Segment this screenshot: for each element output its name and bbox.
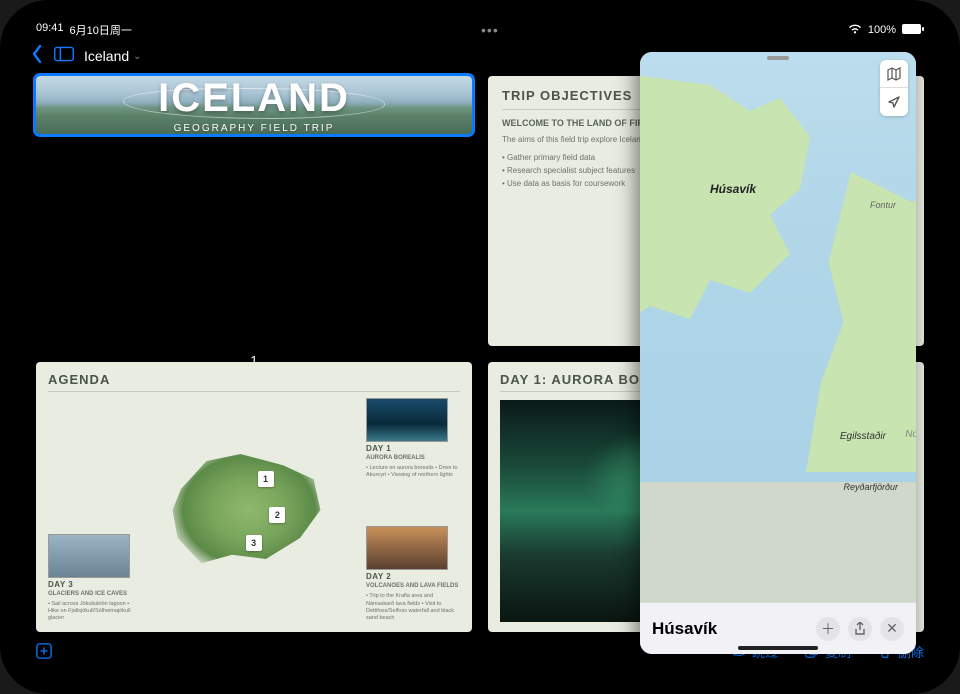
share-button[interactable] <box>848 617 872 641</box>
map-marker-3: 3 <box>246 535 262 551</box>
day-3-thumb <box>48 534 130 578</box>
map-label-husavik[interactable]: Húsavík <box>710 182 756 196</box>
add-slide-button[interactable] <box>36 643 52 659</box>
multitask-dots[interactable]: ••• <box>481 22 499 38</box>
locate-button[interactable] <box>880 88 908 116</box>
day-1-label: DAY 1 <box>366 444 460 453</box>
map-marker-1: 1 <box>258 471 274 487</box>
chevron-down-icon: ⌄ <box>133 51 141 62</box>
battery-percent: 100% <box>868 24 896 36</box>
day-1-card: DAY 1 AURORA BOREALIS • Lecture on auror… <box>366 398 460 479</box>
document-title[interactable]: Iceland ⌄ <box>84 48 142 64</box>
slide-3[interactable]: AGENDA DAY 3 GLACIERS AND ICE CAVES • Sa… <box>36 362 472 632</box>
map-marker-2: 2 <box>269 507 285 523</box>
day-2-sub: VOLCANOES AND LAVA FIELDS <box>366 583 460 589</box>
map-label-nor: No <box>905 429 916 440</box>
iceland-map-graphic: 1 2 3 <box>164 440 334 580</box>
map-canvas[interactable]: Húsavík Fontur Egilsstaðir Reyðarfjörður… <box>640 52 916 602</box>
day-3-card: DAY 3 GLACIERS AND ICE CAVES • Sail acro… <box>48 534 132 622</box>
agenda-map: 1 2 3 <box>138 398 360 622</box>
ipad-frame: 09:41 6月10日周一 ••• 100% Iceland ⌄ <box>0 0 960 694</box>
day-3-notes: • Sail across Jökulsárlón lagoon • Hike … <box>48 601 132 622</box>
sidebar-toggle-button[interactable] <box>54 46 74 67</box>
back-button[interactable] <box>30 44 44 69</box>
slideover-grabber[interactable] <box>767 56 789 60</box>
slide-3-heading: AGENDA <box>48 372 460 392</box>
status-bar: 09:41 6月10日周一 ••• 100% <box>18 18 942 40</box>
home-indicator[interactable] <box>738 646 818 650</box>
day-1-sub: AURORA BOREALIS <box>366 455 460 461</box>
slide-1-wrapper: ICELAND GEOGRAPHY FIELD TRIP 1 <box>36 76 472 346</box>
day-2-thumb <box>366 526 448 570</box>
day-2-card: DAY 2 VOLCANOES AND LAVA FIELDS • Trip t… <box>366 526 460 622</box>
map-label-fontur[interactable]: Fontur <box>870 200 896 210</box>
day-2-label: DAY 2 <box>366 572 460 581</box>
status-time: 09:41 <box>36 22 64 38</box>
status-date: 6月10日周一 <box>70 22 132 38</box>
land-nw <box>640 72 810 332</box>
land-s <box>640 482 916 602</box>
slide-1-subtitle: GEOGRAPHY FIELD TRIP <box>174 123 335 134</box>
land-ne <box>806 172 916 472</box>
day-1-thumb <box>366 398 448 442</box>
wifi-icon <box>848 24 862 37</box>
maps-slideover-panel[interactable]: Húsavík Fontur Egilsstaðir Reyðarfjörður… <box>640 52 916 654</box>
slide-1[interactable]: ICELAND GEOGRAPHY FIELD TRIP <box>36 76 472 134</box>
day-1-notes: • Lecture on aurora borealis • Drive to … <box>366 465 460 479</box>
map-mode-button[interactable] <box>880 60 908 88</box>
close-button[interactable]: ✕ <box>880 617 904 641</box>
screen: 09:41 6月10日周一 ••• 100% Iceland ⌄ <box>18 18 942 676</box>
add-place-button[interactable]: ＋ <box>816 617 840 641</box>
battery-icon <box>902 24 924 37</box>
day-3-label: DAY 3 <box>48 580 132 589</box>
document-title-text: Iceland <box>84 48 129 64</box>
day-2-notes: • Trip to the Krafla area and Námaskarð … <box>366 593 460 622</box>
map-label-egilsstadir[interactable]: Egilsstaðir <box>840 431 886 442</box>
place-name[interactable]: Húsavík <box>652 619 808 639</box>
map-controls <box>880 60 908 116</box>
map-label-reydarfjordur[interactable]: Reyðarfjörður <box>843 482 898 492</box>
day-3-sub: GLACIERS AND ICE CAVES <box>48 591 132 597</box>
